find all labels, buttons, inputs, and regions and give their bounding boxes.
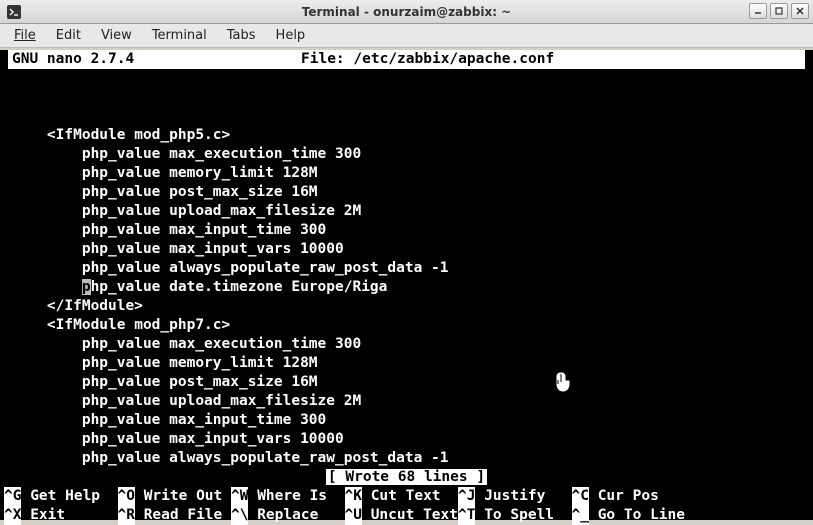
shortcut-key: ^C xyxy=(572,487,589,506)
shortcut-label: Get Help xyxy=(21,488,117,504)
shortcut-label: Justify xyxy=(475,488,571,504)
nano-status: [ Wrote 68 lines ] xyxy=(4,468,809,487)
code-line: php_value date.timezone Europe/Riga xyxy=(12,279,387,295)
maximize-button[interactable] xyxy=(770,3,788,19)
shortcut-key: ^K xyxy=(345,487,362,506)
shortcut-key: ^U xyxy=(345,506,362,525)
shortcut-label: Cur Pos xyxy=(589,488,659,504)
terminal-area[interactable]: GNU nano 2.7.4 File: /etc/zabbix/apache.… xyxy=(0,50,813,520)
shortcut-label: Replace xyxy=(248,507,344,523)
shortcut-key: ^R xyxy=(118,506,135,525)
nano-header: GNU nano 2.7.4 File: /etc/zabbix/apache.… xyxy=(8,50,805,69)
code-line: php_value upload_max_filesize 2M xyxy=(12,203,361,219)
text-cursor: p xyxy=(82,279,91,295)
nano-version: GNU nano 2.7.4 xyxy=(12,50,134,69)
shortcut-key: ^O xyxy=(118,487,135,506)
code-line: php_value max_input_time 300 xyxy=(12,412,326,428)
shortcut-label: Exit xyxy=(21,507,117,523)
code-line: php_value max_input_vars 10000 xyxy=(12,241,344,257)
minimize-button[interactable] xyxy=(749,3,767,19)
shortcut-label: Cut Text xyxy=(362,488,458,504)
menu-view[interactable]: View xyxy=(91,25,142,46)
code-line: </IfModule> xyxy=(12,298,143,314)
window-titlebar[interactable]: Terminal - onurzaim@zabbix: ~ xyxy=(0,0,813,24)
shortcut-label: Write Out xyxy=(135,488,231,504)
shortcut-key: ^\ xyxy=(231,506,248,525)
code-line: php_value memory_limit 128M xyxy=(12,165,318,181)
shortcut-label: To Spell xyxy=(475,507,571,523)
shortcut-key: ^_ xyxy=(572,506,589,525)
code-line: php_value upload_max_filesize 2M xyxy=(12,393,361,409)
code-line: php_value max_execution_time 300 xyxy=(12,146,361,162)
nano-file-label: File: /etc/zabbix/apache.conf xyxy=(134,50,721,69)
code-line: <IfModule mod_php5.c> xyxy=(12,127,230,143)
shortcut-label: Where Is xyxy=(248,488,344,504)
shortcut-label: Uncut Text xyxy=(362,507,458,523)
shortcut-key: ^G xyxy=(4,487,21,506)
code-line: php_value always_populate_raw_post_data … xyxy=(12,450,449,466)
code-line: php_value memory_limit 128M xyxy=(12,355,318,371)
menubar: File Edit View Terminal Tabs Help xyxy=(0,24,813,48)
code-line: php_value max_execution_time 300 xyxy=(12,336,361,352)
code-line: php_value max_input_time 300 xyxy=(12,222,326,238)
shortcut-label: Read File xyxy=(135,507,231,523)
menu-tabs[interactable]: Tabs xyxy=(217,25,266,46)
menu-edit[interactable]: Edit xyxy=(46,25,91,46)
close-button[interactable] xyxy=(791,3,809,19)
terminal-icon xyxy=(6,4,22,20)
menu-help[interactable]: Help xyxy=(266,25,316,46)
menu-file[interactable]: File xyxy=(4,25,46,46)
editor-content[interactable]: <IfModule mod_php5.c> php_value max_exec… xyxy=(4,88,809,468)
code-line: <IfModule mod_php7.c> xyxy=(12,317,230,333)
code-line: php_value post_max_size 16M xyxy=(12,374,318,390)
shortcut-key: ^X xyxy=(4,506,21,525)
code-line: php_value always_populate_raw_post_data … xyxy=(12,260,449,276)
window-title: Terminal - onurzaim@zabbix: ~ xyxy=(302,5,511,19)
shortcut-key: ^W xyxy=(231,487,248,506)
shortcut-key: ^T xyxy=(458,506,475,525)
shortcut-label: Go To Line xyxy=(589,507,685,523)
code-line: php_value max_input_vars 10000 xyxy=(12,431,344,447)
menu-terminal[interactable]: Terminal xyxy=(142,25,217,46)
nano-shortcut-bar: ^G Get Help ^O Write Out ^W Where Is ^K … xyxy=(4,487,809,525)
code-line: php_value post_max_size 16M xyxy=(12,184,318,200)
shortcut-key: ^J xyxy=(458,487,475,506)
